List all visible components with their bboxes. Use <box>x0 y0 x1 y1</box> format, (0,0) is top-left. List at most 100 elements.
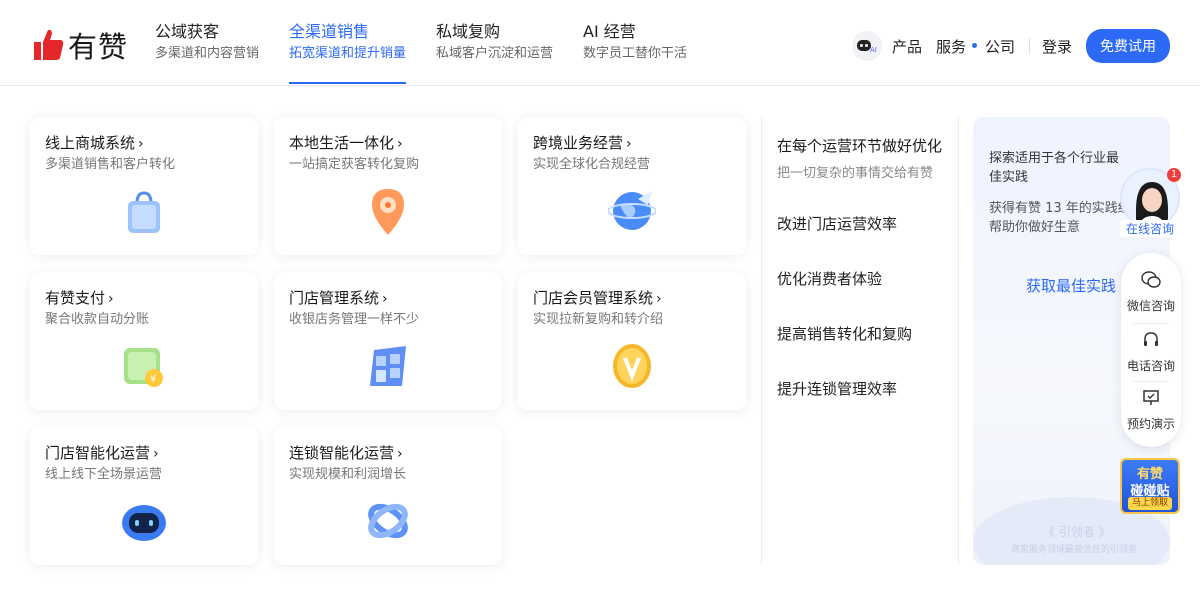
nav-subtitle: 数字员工替你干活 <box>583 46 688 61</box>
rings-icon <box>368 503 408 539</box>
card-smart-store[interactable]: 门店智能化运营 › 线上线下全场景运营 <box>30 427 258 565</box>
nav-ai-operation[interactable]: AI 经营 数字员工替你干活 <box>583 22 687 86</box>
book-demo[interactable]: 预约演示 <box>1121 389 1181 432</box>
card-title-text: 门店管理系统 <box>289 289 380 307</box>
unread-badge: 1 <box>1167 168 1181 182</box>
nav-subtitle: 多渠道和内容营销 <box>155 46 260 61</box>
nav-subtitle: 拓宽渠道和提升销量 <box>289 46 407 61</box>
card-desc: 聚合收款自动分账 <box>45 312 150 327</box>
thumbs-up-icon <box>34 29 64 60</box>
wallet-icon: ¥ <box>124 348 163 387</box>
top-header: 有赞 公域获客 多渠道和内容营销 全渠道销售 拓宽渠道和提升销量 私域复购 私域… <box>0 0 1200 86</box>
online-consult-label: 在线咨询 <box>1120 220 1180 237</box>
list-item[interactable]: 提升连锁管理效率 <box>777 378 958 399</box>
nav-private-repurchase[interactable]: 私域复购 私域客户沉淀和运营 <box>436 22 553 86</box>
wechat-icon <box>1141 271 1161 288</box>
card-title: 本地生活一体化 › <box>289 133 487 154</box>
nav-title: 全渠道销售 <box>289 22 370 41</box>
wechat-consult[interactable]: 微信咨询 <box>1121 271 1181 314</box>
divider <box>1133 323 1169 324</box>
svg-text:AI: AI <box>870 46 877 54</box>
nav-omnichannel[interactable]: 全渠道销售 拓宽渠道和提升销量 <box>289 22 407 86</box>
list-subheading: 把一切复杂的事情交给有赞 <box>777 166 934 181</box>
card-title: 门店会员管理系统 › <box>533 288 731 309</box>
chevron-right-icon: › <box>108 291 114 307</box>
best-practice-link[interactable]: 获取最佳实践 <box>1026 275 1116 296</box>
location-pin-icon <box>372 189 404 235</box>
card-member-management[interactable]: 门店会员管理系统 › 实现拉新复购和转介绍 <box>518 272 746 410</box>
card-desc: 实现全球化合规经营 <box>533 157 651 172</box>
headset-icon <box>1144 332 1158 346</box>
card-title: 连锁智能化运营 › <box>289 443 487 464</box>
book-demo-label: 预约演示 <box>1126 417 1175 431</box>
promo-claim-button[interactable]: 马上领取 <box>1128 497 1172 510</box>
phone-consult[interactable]: 电话咨询 <box>1121 331 1181 374</box>
list-item[interactable]: 优化消费者体验 <box>777 268 958 289</box>
card-title: 门店智能化运营 › <box>45 443 243 464</box>
free-trial-button[interactable]: 免费试用 <box>1086 29 1170 63</box>
card-online-mall[interactable]: 线上商城系统 › 多渠道销售和客户转化 <box>30 117 258 255</box>
card-title-text: 门店会员管理系统 <box>533 289 654 307</box>
card-title: 有赞支付 › <box>45 288 243 309</box>
chevron-right-icon: › <box>153 446 159 462</box>
card-title-text: 跨境业务经营 <box>533 134 624 152</box>
phone-consult-label: 电话咨询 <box>1126 359 1175 373</box>
list-item[interactable]: 提高销售转化和复购 <box>777 323 958 344</box>
panel-intro: 探索适用于各个行业最佳实践 <box>989 151 1120 185</box>
nav-title: 私域复购 <box>436 22 501 41</box>
globe-plane-icon <box>608 191 656 230</box>
brand-name: 有赞 <box>68 30 129 64</box>
card-store-management[interactable]: 门店管理系统 › 收银店务管理一样不少 <box>274 272 502 410</box>
store-icon <box>370 346 406 386</box>
card-cross-border[interactable]: 跨境业务经营 › 实现全球化合规经营 <box>518 117 746 255</box>
list-heading: 在每个运营环节做好优化 <box>777 137 943 155</box>
nav-service[interactable]: 服务 <box>936 36 966 57</box>
svg-text:¥: ¥ <box>150 374 156 385</box>
nav-product[interactable]: 产品 <box>892 36 922 57</box>
card-title-text: 门店智能化运营 <box>45 444 151 462</box>
card-desc: 实现拉新复购和转介绍 <box>533 312 664 327</box>
promo-banner[interactable]: 有赞 碰碰贴 马上领取 <box>1120 458 1180 514</box>
main-nav: 公域获客 多渠道和内容营销 全渠道销售 拓宽渠道和提升销量 私域复购 私域客户沉… <box>155 22 717 86</box>
nav-subtitle: 私域客户沉淀和运营 <box>436 46 554 61</box>
consult-bar: 微信咨询 电话咨询 预约演示 <box>1121 253 1181 447</box>
card-desc: 实现规模和利润增长 <box>289 467 407 482</box>
logo[interactable]: 有赞 <box>32 24 128 66</box>
robot-icon <box>122 505 166 541</box>
right-nav: AI 产品 服务 公司 登录 免费试用 <box>851 29 1170 63</box>
divider <box>1133 381 1169 382</box>
chevron-right-icon: › <box>626 136 632 152</box>
nav-title: AI 经营 <box>583 22 636 41</box>
chevron-right-icon: › <box>138 136 144 152</box>
online-consult[interactable]: 1 在线咨询 <box>1120 168 1181 240</box>
wechat-consult-label: 微信咨询 <box>1126 299 1175 313</box>
chevron-right-icon: › <box>656 291 662 307</box>
vip-coin-icon <box>613 344 651 388</box>
nav-company[interactable]: 公司 <box>985 36 1015 57</box>
chevron-right-icon: › <box>397 446 403 462</box>
card-title-text: 有赞支付 <box>45 289 106 307</box>
card-title-text: 连锁智能化运营 <box>289 444 395 462</box>
optimization-list: 在每个运营环节做好优化 把一切复杂的事情交给有赞 改进门店运营效率 优化消费者体… <box>761 117 959 565</box>
list-item[interactable]: 改进门店运营效率 <box>777 213 958 234</box>
card-title: 线上商城系统 › <box>45 133 243 154</box>
card-desc: 线上线下全场景运营 <box>45 467 163 482</box>
card-title: 跨境业务经营 › <box>533 133 731 154</box>
ai-assistant-icon[interactable]: AI <box>851 31 882 61</box>
card-local-life[interactable]: 本地生活一体化 › 一站搞定获客转化复购 <box>274 117 502 255</box>
chevron-right-icon: › <box>397 136 403 152</box>
card-desc: 收银店务管理一样不少 <box>289 312 420 327</box>
nav-public-traffic[interactable]: 公域获客 多渠道和内容营销 <box>155 22 259 86</box>
card-title-text: 线上商城系统 <box>45 134 136 152</box>
card-chain-operation[interactable]: 连锁智能化运营 › 实现规模和利润增长 <box>274 427 502 565</box>
active-underline <box>289 82 407 84</box>
card-desc: 一站搞定获客转化复购 <box>289 157 420 172</box>
watermark-title: 《 引领者 》 <box>1043 525 1111 539</box>
divider <box>1028 38 1030 54</box>
card-title-text: 本地生活一体化 <box>289 134 395 152</box>
card-payment[interactable]: 有赞支付 › 聚合收款自动分账 ¥ <box>30 272 258 410</box>
notification-dot <box>971 42 977 48</box>
presentation-icon <box>1143 390 1159 405</box>
login-link[interactable]: 登录 <box>1042 36 1072 57</box>
shopping-bag-icon <box>128 191 160 233</box>
